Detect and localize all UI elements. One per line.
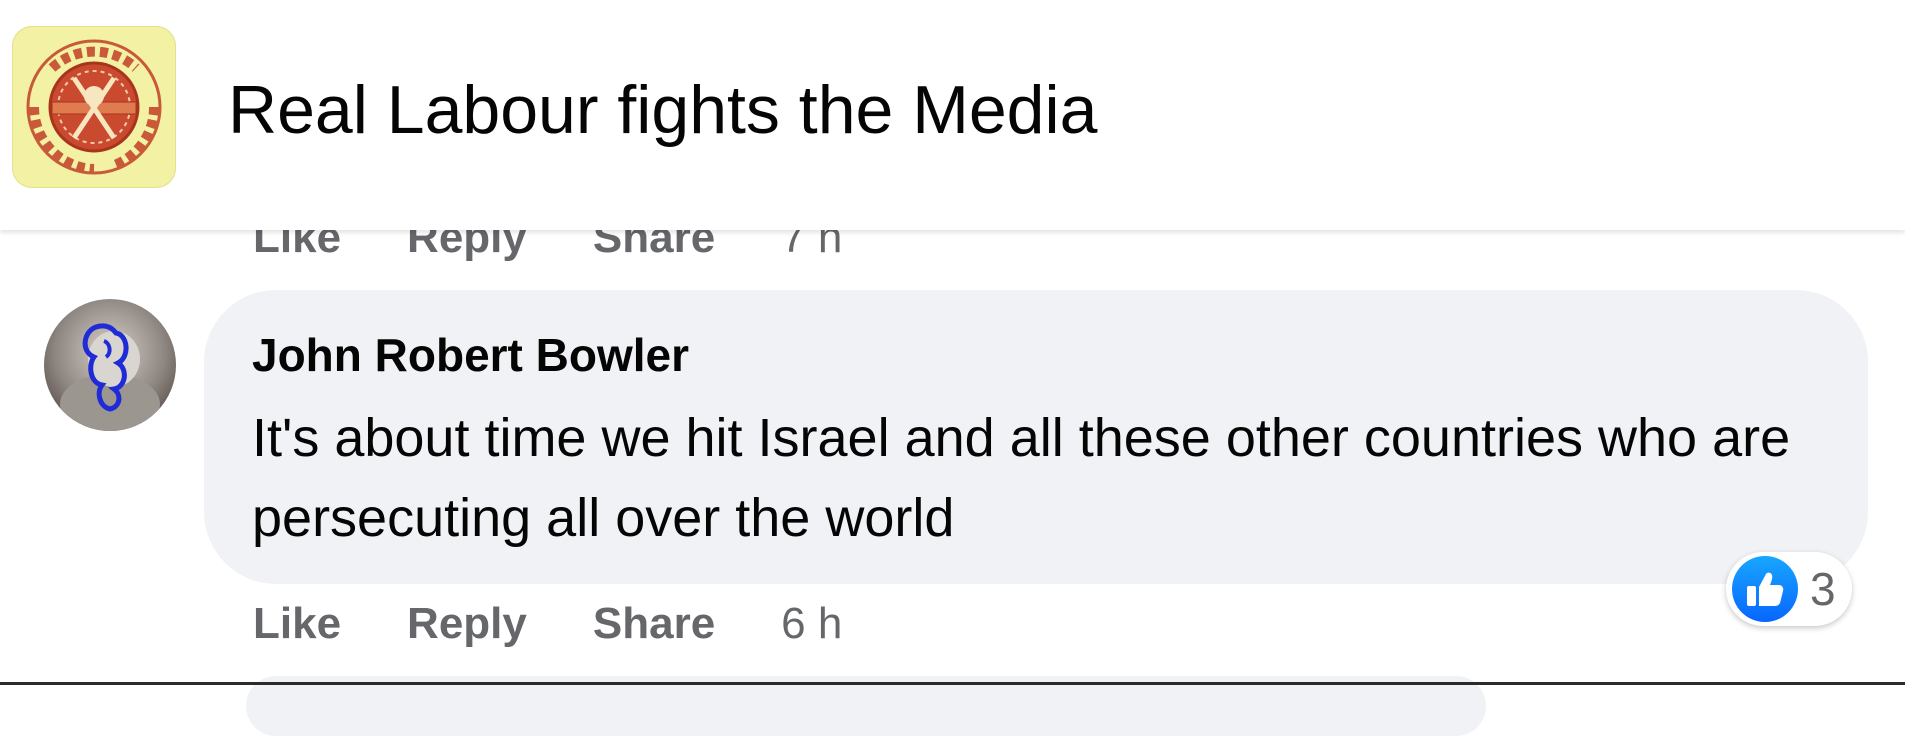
- page-header: Real Labour fights the Media: [0, 0, 1905, 230]
- like-button[interactable]: Like: [253, 594, 341, 654]
- like-reaction-icon: [1732, 556, 1798, 622]
- comment-actions: Like Reply Share 6 h: [253, 594, 908, 654]
- comment-timestamp[interactable]: 6 h: [781, 594, 842, 654]
- next-comment-bubble: [246, 676, 1486, 736]
- reply-button[interactable]: Reply: [407, 594, 527, 654]
- share-button[interactable]: Share: [593, 594, 715, 654]
- avatar[interactable]: [44, 299, 176, 431]
- reaction-summary[interactable]: 3: [1726, 552, 1852, 626]
- comment-text: It's about time we hit Israel and all th…: [252, 408, 1791, 548]
- reaction-count: 3: [1810, 563, 1836, 615]
- page-title[interactable]: Real Labour fights the Media: [228, 70, 1097, 150]
- comment-author[interactable]: John Robert Bowler: [252, 326, 689, 384]
- user-avatar-icon: [44, 299, 176, 431]
- comment-bubble: John Robert Bowler It's about time we hi…: [204, 290, 1868, 584]
- page-logo[interactable]: [12, 26, 176, 188]
- real-labour-logo-icon: [26, 39, 162, 175]
